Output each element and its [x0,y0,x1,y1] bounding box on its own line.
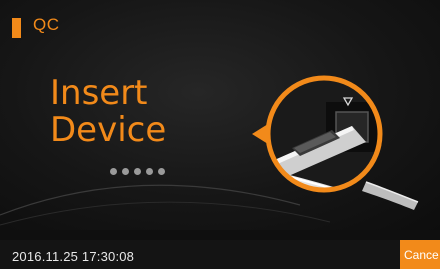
progress-dot [158,168,165,175]
cancel-button[interactable]: Cance [400,240,440,269]
qc-screen: QC Insert Device 2016.11.25 17:30:08 Can… [0,0,440,269]
progress-dot [122,168,129,175]
page-title: QC [33,15,60,34]
date-time-label: 2016.11.25 17:30:08 [12,249,135,264]
progress-dot [134,168,141,175]
title-accent-bar [12,18,21,38]
device-insertion-icon [252,75,419,210]
instruction-line-2: Device [50,110,167,150]
progress-dot [110,168,117,175]
progress-dot [146,168,153,175]
progress-dots [110,168,165,175]
main-panel: QC Insert Device [0,0,440,230]
insert-device-instruction: Insert Device [50,75,230,149]
instruction-line-1: Insert [50,73,148,113]
